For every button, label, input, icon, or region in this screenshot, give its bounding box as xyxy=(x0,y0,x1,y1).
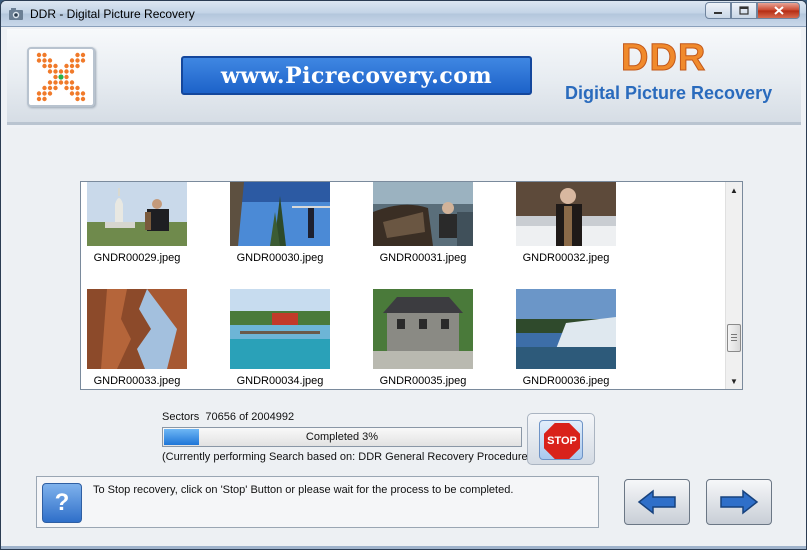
header-banner: www.Picrecovery.com DDR Digital Picture … xyxy=(7,29,801,125)
title-bar[interactable]: DDR - Digital Picture Recovery xyxy=(1,1,806,27)
file-name: GNDR00035.jpeg xyxy=(379,375,467,387)
progress-bar: Completed 3% xyxy=(162,427,522,447)
list-item[interactable]: GNDR00029.jpeg xyxy=(81,182,202,264)
brand-logo-text: DDR xyxy=(620,37,707,80)
app-icon xyxy=(9,8,23,20)
sectors-label: Sectors xyxy=(162,411,200,423)
window-controls xyxy=(705,2,800,19)
file-name: GNDR00029.jpeg xyxy=(93,252,181,264)
search-method-note: (Currently performing Search based on: D… xyxy=(162,451,532,463)
photo-thumbnail xyxy=(230,289,330,369)
progress-label: Completed 3% xyxy=(305,431,379,443)
scroll-down-icon[interactable]: ▼ xyxy=(726,373,742,389)
list-item[interactable]: GNDR00031.jpeg xyxy=(358,182,488,264)
recovered-photos-list[interactable]: GNDR00029.jpeg GNDR00030.jpeg GNDR00031.… xyxy=(80,181,743,390)
file-name: GNDR00031.jpeg xyxy=(379,252,467,264)
stop-button-frame: STOP xyxy=(527,413,595,465)
window-bottom-border xyxy=(1,546,806,549)
list-item[interactable]: GNDR00035.jpeg xyxy=(358,289,488,387)
thumbnail-grid: GNDR00029.jpeg GNDR00030.jpeg GNDR00031.… xyxy=(81,182,726,389)
vertical-scrollbar[interactable]: ▲ ▼ xyxy=(725,182,742,389)
photo-thumbnail xyxy=(516,182,616,246)
scrollbar-thumb[interactable] xyxy=(727,324,741,352)
stop-icon: STOP xyxy=(544,423,580,459)
sectors-value: 70656 of 2004992 xyxy=(205,411,295,423)
stop-label: STOP xyxy=(547,435,577,447)
info-panel: ? To Stop recovery, click on 'Stop' Butt… xyxy=(36,476,599,528)
info-text: To Stop recovery, click on 'Stop' Button… xyxy=(93,484,514,496)
main-content: GNDR00029.jpeg GNDR00030.jpeg GNDR00031.… xyxy=(7,128,801,548)
app-window: DDR - Digital Picture Recovery www.Picre… xyxy=(0,0,807,550)
photo-thumbnail xyxy=(230,182,330,246)
list-item[interactable]: GNDR00032.jpeg xyxy=(501,182,631,264)
scroll-up-icon[interactable]: ▲ xyxy=(726,182,742,198)
file-name: GNDR00033.jpeg xyxy=(93,375,181,387)
back-button[interactable] xyxy=(624,479,690,525)
list-item[interactable]: GNDR00036.jpeg xyxy=(501,289,631,387)
sectors-status: Sectors 70656 of 2004992 xyxy=(162,411,294,423)
close-icon[interactable] xyxy=(757,2,800,19)
brand-subtitle: Digital Picture Recovery xyxy=(565,83,773,103)
next-button[interactable] xyxy=(706,479,772,525)
file-name: GNDR00032.jpeg xyxy=(522,252,610,264)
photo-thumbnail xyxy=(373,182,473,246)
maximize-icon[interactable] xyxy=(731,2,757,19)
file-name: GNDR00030.jpeg xyxy=(236,252,324,264)
website-url[interactable]: www.Picrecovery.com xyxy=(181,56,532,95)
list-item[interactable]: GNDR00033.jpeg xyxy=(81,289,202,387)
file-name: GNDR00034.jpeg xyxy=(236,375,324,387)
photo-thumbnail xyxy=(516,289,616,369)
question-mark-icon[interactable]: ? xyxy=(42,483,82,523)
stop-button[interactable]: STOP xyxy=(539,420,583,460)
photo-thumbnail xyxy=(87,182,187,246)
photo-thumbnail xyxy=(87,289,187,369)
list-item[interactable]: GNDR00034.jpeg xyxy=(215,289,345,387)
photo-thumbnail xyxy=(373,289,473,369)
list-item[interactable]: GNDR00030.jpeg xyxy=(215,182,345,264)
arrow-right-icon xyxy=(720,489,759,515)
window-title: DDR - Digital Picture Recovery xyxy=(30,7,195,21)
file-name: GNDR00036.jpeg xyxy=(522,375,610,387)
arrow-left-icon xyxy=(637,489,676,515)
minimize-icon[interactable] xyxy=(705,2,731,19)
grid-logo-icon xyxy=(27,47,95,107)
